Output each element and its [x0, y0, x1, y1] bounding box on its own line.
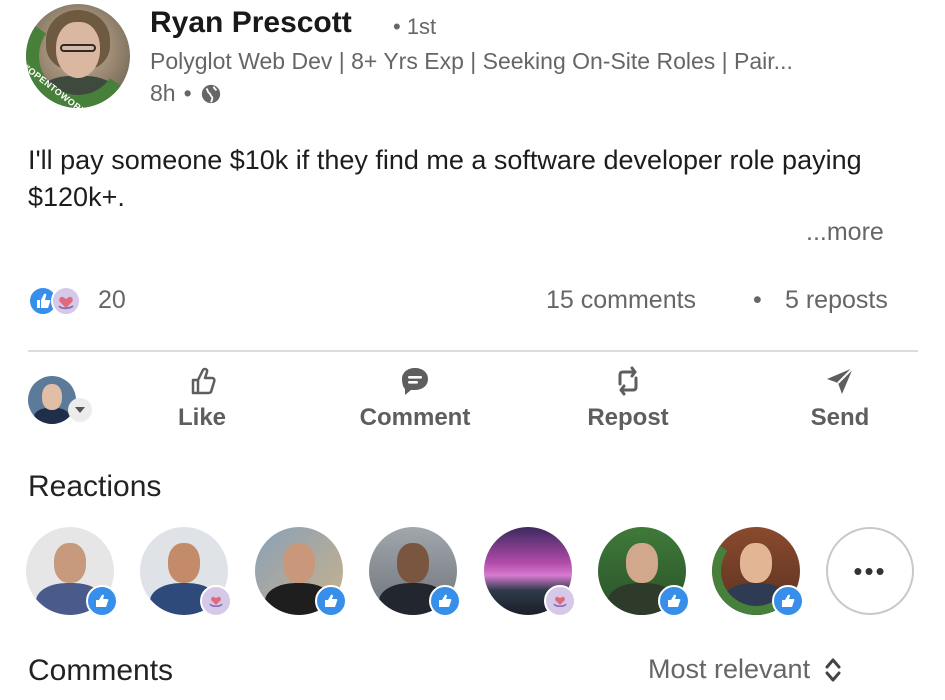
thumbs-up-icon: [782, 594, 795, 607]
like-button[interactable]: Like: [132, 364, 272, 434]
globe-icon: [201, 84, 220, 103]
comment-icon: [402, 368, 428, 395]
like-reaction-badge: [429, 585, 461, 617]
love-reaction-badge: [200, 585, 232, 617]
thumbs-up-icon: [668, 594, 681, 607]
like-reaction-badge: [315, 585, 347, 617]
sort-chevrons-icon: [825, 658, 841, 681]
comment-button[interactable]: Comment: [345, 364, 485, 434]
divider: [28, 350, 918, 352]
repost-button[interactable]: Repost: [558, 364, 698, 434]
heart-hand-icon: [209, 596, 223, 608]
meta-separator: •: [183, 80, 192, 106]
post-meta: 8h •: [150, 80, 222, 107]
comments-count[interactable]: 15 comments: [546, 286, 696, 315]
open-to-work-ring: [17, 0, 139, 117]
like-reaction-badge: [772, 585, 804, 617]
reaction-count[interactable]: 20: [98, 286, 126, 315]
like-reaction-badge: [658, 585, 690, 617]
repost-icon: [618, 366, 638, 396]
send-button[interactable]: Send: [770, 364, 910, 434]
post-time: 8h: [150, 80, 176, 106]
repost-label: Repost: [587, 404, 669, 431]
thumbs-up-icon: [325, 594, 338, 607]
comments-sort-selector[interactable]: Most relevant: [648, 654, 842, 685]
thumbs-up-icon: [439, 594, 452, 607]
reaction-summary-icons[interactable]: [28, 286, 90, 316]
send-label: Send: [810, 404, 870, 431]
actor-avatar[interactable]: [28, 376, 76, 424]
reposts-count[interactable]: 5 reposts: [785, 286, 888, 315]
thumbs-up-icon: [191, 367, 216, 395]
thumbs-up-icon: [96, 594, 109, 607]
comment-label: Comment: [359, 404, 471, 431]
post-text: I'll pay someone $10k if they find me a …: [28, 145, 862, 212]
comments-heading: Comments: [28, 654, 174, 687]
author-headline: Polyglot Web Dev | 8+ Yrs Exp | Seeking …: [150, 48, 793, 74]
like-label: Like: [177, 404, 227, 431]
like-reaction-badge: [86, 585, 118, 617]
actor-avatar-face: [42, 384, 62, 410]
see-more-link[interactable]: ...more: [806, 218, 884, 247]
heart-hand-icon: [553, 596, 567, 608]
send-icon: [827, 367, 854, 394]
author-name[interactable]: Ryan Prescott: [150, 6, 352, 40]
more-reactions-button[interactable]: •••: [826, 527, 914, 615]
chevron-down-icon: [75, 407, 85, 413]
actor-avatar-body: [34, 408, 70, 424]
reactions-heading: Reactions: [28, 470, 162, 503]
counts-separator: •: [753, 286, 762, 314]
sort-label: Most relevant: [648, 654, 811, 684]
actor-switch-caret[interactable]: [68, 398, 92, 422]
love-reaction-badge: [544, 585, 576, 617]
connection-degree: • 1st: [393, 14, 437, 39]
